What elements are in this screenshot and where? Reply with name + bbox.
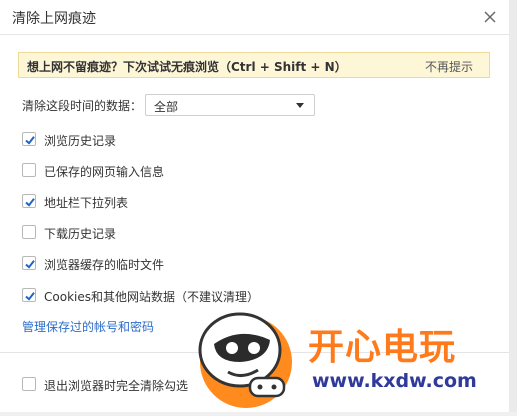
dismiss-tip-link[interactable]: 不再提示 (425, 58, 473, 75)
time-range-value: 全部 (154, 100, 179, 114)
option-label: 浏览历史记录 (44, 134, 117, 148)
time-range-label: 清除这段时间的数据： (22, 99, 143, 113)
checkbox[interactable] (22, 132, 36, 146)
incognito-tip-banner: 想上网不留痕迹？下次试试无痕浏览（Ctrl + Shift + N） 不再提示 (18, 52, 490, 78)
checkbox[interactable] (22, 256, 36, 270)
watermark-brand: 开心电玩 (308, 327, 457, 368)
checkbox[interactable] (22, 225, 36, 239)
close-icon[interactable] (481, 8, 499, 26)
option-label: 退出浏览器时完全清除勾选 (44, 379, 189, 393)
checkbox[interactable] (22, 194, 36, 208)
chevron-down-icon (296, 103, 304, 108)
option-label: 已保存的网页输入信息 (44, 165, 165, 179)
option-label: 下载历史记录 (44, 227, 117, 241)
dialog-titlebar: 清除上网痕迹 (0, 0, 509, 35)
checkbox[interactable] (22, 377, 36, 391)
incognito-tip-text: 想上网不留痕迹？下次试试无痕浏览（Ctrl + Shift + N） (27, 60, 347, 74)
dialog-title: 清除上网痕迹 (12, 11, 96, 27)
option-label: 地址栏下拉列表 (44, 196, 129, 210)
watermark-mascot-logo (190, 300, 300, 412)
option-label: 浏览器缓存的临时文件 (44, 258, 165, 272)
manage-passwords-link[interactable]: 管理保存过的帐号和密码 (22, 318, 154, 335)
time-range-select[interactable]: 全部 (145, 94, 315, 116)
checkbox[interactable] (22, 163, 36, 177)
checkbox[interactable] (22, 288, 36, 302)
watermark-url: www.kxdw.com (312, 370, 477, 392)
background-strip (509, 0, 517, 412)
